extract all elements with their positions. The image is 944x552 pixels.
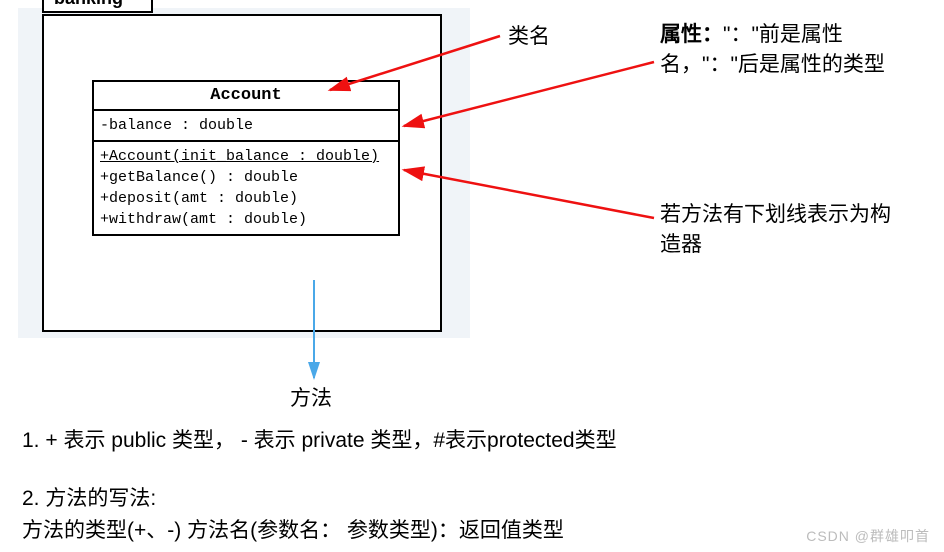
class-method: +deposit(amt : double) — [100, 188, 392, 209]
uml-diagram-area: banking Account -balance : double +Accou… — [18, 8, 470, 338]
explain-line-2: 2. 方法的写法: — [22, 484, 156, 513]
package-name-label: banking — [42, 0, 153, 13]
annotation-constructor: 若方法有下划线表示为构造器 — [660, 200, 910, 261]
annotation-method: 方法 — [290, 384, 332, 414]
class-attribute: -balance : double — [100, 115, 392, 136]
explain-line-3: 方法的类型(+、-) 方法名(参数名： 参数类型)：返回值类型 — [22, 516, 564, 545]
class-method-constructor: +Account(init_balance : double) — [100, 146, 392, 167]
class-attributes-section: -balance : double — [94, 111, 398, 142]
class-box: Account -balance : double +Account(init_… — [92, 80, 400, 236]
annotation-attribute: 属性："："前是属性名，"："后是属性的类型 — [660, 20, 910, 81]
class-methods-section: +Account(init_balance : double) +getBala… — [94, 142, 398, 234]
class-method: +withdraw(amt : double) — [100, 209, 392, 230]
package-box: banking Account -balance : double +Accou… — [42, 14, 442, 332]
annotation-attribute-bold: 属性： — [660, 23, 723, 46]
watermark-text: CSDN @群雄叩首 — [806, 526, 930, 546]
class-method: +getBalance() : double — [100, 167, 392, 188]
annotation-classname: 类名 — [508, 22, 550, 52]
explain-line-1: 1. + 表示 public 类型， - 表示 private 类型，#表示pr… — [22, 426, 617, 455]
class-name: Account — [94, 82, 398, 111]
